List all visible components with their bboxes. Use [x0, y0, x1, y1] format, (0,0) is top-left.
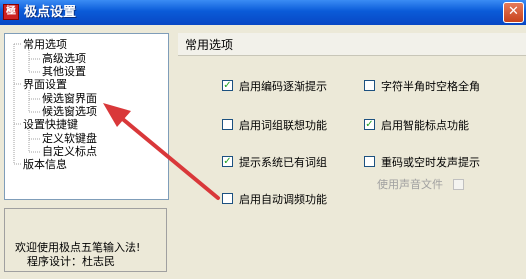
tree-item-interface-settings[interactable]: 界面设置	[23, 78, 67, 91]
checkbox[interactable]: ✓	[222, 80, 233, 91]
checkbox[interactable]	[364, 80, 375, 91]
checkbox[interactable]: ✓	[222, 156, 233, 167]
panel-header: 常用选项	[178, 33, 526, 56]
close-button[interactable]: ✕	[503, 2, 524, 23]
welcome-text: 欢迎使用极点五笔输入法!	[15, 241, 141, 254]
option-label: 启用智能标点功能	[381, 119, 469, 132]
tree-item-other-settings[interactable]: 其他设置	[42, 65, 86, 78]
checkbox[interactable]	[222, 193, 233, 204]
tree-item-advanced-options[interactable]: 高级选项	[42, 52, 86, 65]
option-label: 字符半角时空格全角	[381, 80, 480, 93]
option-label: 使用声音文件	[377, 178, 443, 191]
tree-item-soft-keyboard[interactable]: 定义软键盘	[42, 132, 97, 145]
option-label: 重码或空时发声提示	[381, 156, 480, 169]
checkbox[interactable]	[364, 156, 375, 167]
tree-item-candidate-options[interactable]: 候选窗选项	[42, 105, 97, 118]
option-label: 提示系统已有词组	[239, 156, 327, 169]
app-logo-icon: 極	[3, 4, 19, 20]
tree-item-version-info[interactable]: 版本信息	[23, 158, 67, 171]
welcome-box: 欢迎使用极点五笔输入法! 程序设计：杜志民	[4, 208, 167, 272]
option-label: 启用自动调频功能	[239, 193, 327, 206]
tree-item-candidate-interface[interactable]: 候选窗界面	[42, 92, 97, 105]
window-title: 极点设置	[24, 5, 77, 20]
tree-item-custom-punctuation[interactable]: 自定义标点	[42, 145, 97, 158]
author-text: 程序设计：杜志民	[27, 255, 115, 268]
title-bar[interactable]: 極 极点设置 ✕	[0, 0, 526, 25]
option-label: 启用编码逐渐提示	[239, 80, 327, 93]
tree-item-common-options[interactable]: 常用选项	[23, 38, 67, 51]
checkbox[interactable]	[222, 119, 233, 130]
option-label: 启用词组联想功能	[239, 119, 327, 132]
checkbox[interactable]	[453, 179, 464, 190]
panel-title: 常用选项	[185, 38, 234, 52]
checkbox[interactable]: ✓	[364, 119, 375, 130]
tree-item-shortcut-settings[interactable]: 设置快捷键	[23, 118, 78, 131]
settings-tree[interactable]: 常用选项 高级选项 其他设置 界面设置 候选窗界面 候选窗选项 设置快捷键 定义…	[4, 33, 169, 200]
